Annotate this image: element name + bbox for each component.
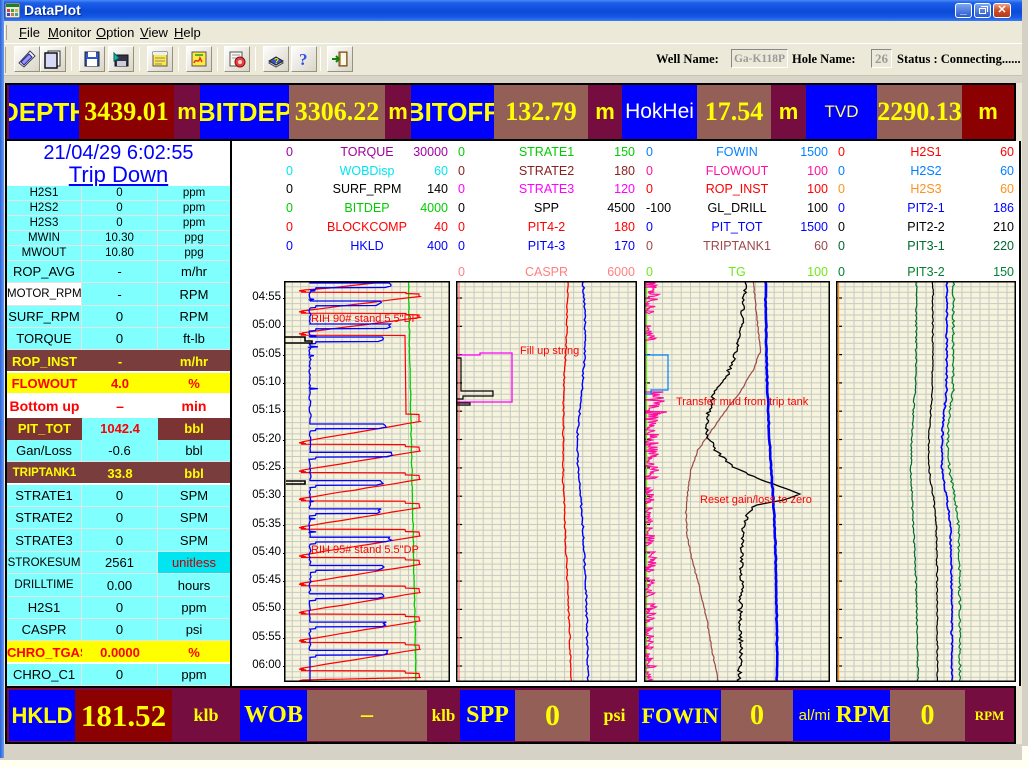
svg-text:Reset gain/loss to zero: Reset gain/loss to zero <box>700 494 812 506</box>
svg-text:Fill up string: Fill up string <box>520 345 579 357</box>
svg-text:RIH 90# stand 5.5"DP: RIH 90# stand 5.5"DP <box>311 313 419 325</box>
svg-text:?: ? <box>274 57 279 66</box>
svg-text:RIH 95# stand 5.5"DP: RIH 95# stand 5.5"DP <box>311 544 419 556</box>
svg-text:?: ? <box>299 50 308 69</box>
svg-text:Transfer mud from trip tank: Transfer mud from trip tank <box>676 396 809 408</box>
